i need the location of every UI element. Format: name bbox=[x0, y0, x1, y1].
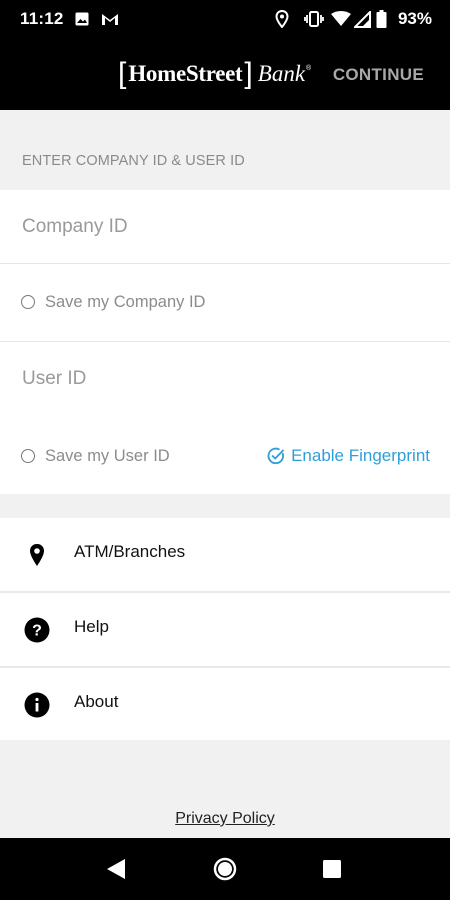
save-company-id-radio[interactable] bbox=[21, 295, 35, 309]
privacy-policy-link[interactable]: Privacy Policy bbox=[175, 810, 275, 827]
location-pin-icon bbox=[30, 544, 44, 566]
company-id-field[interactable]: Company ID bbox=[0, 190, 450, 263]
battery-icon bbox=[376, 10, 387, 28]
signal-icon bbox=[354, 10, 371, 28]
image-icon bbox=[75, 10, 89, 28]
user-id-field[interactable]: User ID bbox=[0, 342, 450, 418]
logo-home-text: HomeStreet bbox=[128, 61, 243, 86]
logo-bank-text: Bank bbox=[257, 61, 306, 86]
status-bar: 11:12 93% bbox=[0, 0, 450, 38]
home-icon[interactable] bbox=[213, 857, 237, 881]
enable-fingerprint-label: Enable Fingerprint bbox=[291, 446, 430, 465]
homestreet-bank-logo: [ HomeStreet ] Bank ® bbox=[118, 57, 312, 90]
privacy-policy-container: Privacy Policy bbox=[0, 810, 450, 828]
save-company-id-option[interactable]: Save my Company ID bbox=[0, 264, 450, 341]
battery-percent: 93% bbox=[397, 9, 432, 28]
save-user-id-radio[interactable] bbox=[21, 449, 35, 463]
menu-item-label: About bbox=[74, 692, 119, 711]
gmail-icon bbox=[101, 10, 119, 28]
svg-text:?: ? bbox=[32, 623, 42, 640]
help-icon: ? bbox=[24, 617, 50, 643]
menu-item-label: Help bbox=[74, 617, 109, 636]
recents-icon[interactable] bbox=[322, 859, 342, 879]
save-company-id-label: Save my Company ID bbox=[45, 293, 206, 311]
company-id-placeholder: Company ID bbox=[22, 216, 128, 237]
info-icon bbox=[24, 692, 50, 718]
vibrate-icon bbox=[304, 10, 324, 28]
back-icon[interactable] bbox=[105, 857, 127, 881]
wifi-icon bbox=[331, 10, 351, 28]
status-time: 11:12 bbox=[20, 9, 64, 28]
check-circle-icon bbox=[267, 447, 285, 465]
menu-item-help[interactable]: ? Help bbox=[0, 593, 450, 666]
menu-item-atm-branches[interactable]: ATM/Branches bbox=[0, 518, 450, 591]
save-user-id-option[interactable]: Save my User ID Enable Fingerprint bbox=[0, 418, 450, 494]
menu-list: ATM/Branches ? Help About bbox=[0, 518, 450, 740]
user-id-placeholder: User ID bbox=[22, 368, 87, 389]
app-header: [ HomeStreet ] Bank ® CONTINUE bbox=[0, 38, 450, 110]
enable-fingerprint-button[interactable]: Enable Fingerprint bbox=[267, 446, 430, 466]
save-user-id-label: Save my User ID bbox=[45, 447, 170, 465]
section-label: ENTER COMPANY ID & USER ID bbox=[22, 153, 245, 169]
menu-item-about[interactable]: About bbox=[0, 668, 450, 741]
menu-item-label: ATM/Branches bbox=[74, 542, 186, 561]
navigation-bar bbox=[0, 838, 450, 900]
login-form: Company ID Save my Company ID User ID Sa… bbox=[0, 190, 450, 494]
location-icon bbox=[275, 10, 289, 28]
continue-button[interactable]: CONTINUE bbox=[333, 65, 424, 85]
